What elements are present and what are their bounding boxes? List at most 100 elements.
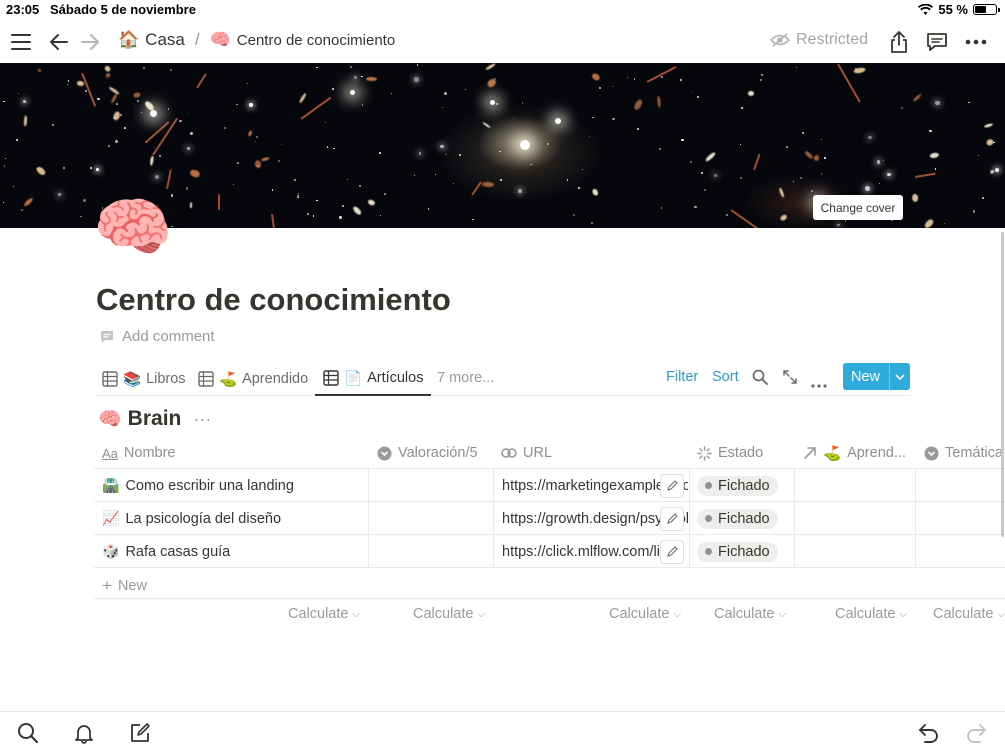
column-header-valoracion[interactable]: Valoración/5 [377,438,492,468]
new-page-icon[interactable] [127,720,153,746]
column-header-nombre[interactable]: Aa Nombre [102,438,362,468]
table-icon [102,371,118,387]
column-header-url[interactable]: URL [501,438,686,468]
star [390,93,392,95]
expand-icon[interactable] [782,369,798,390]
add-comment-button[interactable]: Add comment [100,328,215,345]
galaxy [911,193,919,203]
star [694,206,697,209]
calculate-tematica[interactable]: Calculate ⌵ [835,606,907,622]
galaxy [656,95,662,108]
menu-icon[interactable] [8,29,34,55]
cell-valoracion[interactable] [370,469,492,502]
redo-icon[interactable] [963,720,989,746]
table-row[interactable]: 🛣️ Como escribir una landing https://mar… [94,469,1005,502]
star [158,155,161,158]
share-icon[interactable] [886,29,912,55]
star [67,79,70,82]
table-row[interactable]: 🎲 Rafa casas guía https://click.mlflow.c… [94,535,1005,568]
column-header-tematica[interactable]: Temática [924,438,1005,468]
cell-estado[interactable]: Fichado [697,469,793,502]
cell-aprendido[interactable] [796,535,914,568]
calculate-extra[interactable]: Calculate ⌵ [933,606,1005,622]
cell-nombre[interactable]: 🎲 Rafa casas guía [102,535,362,568]
breadcrumb-separator: / [194,30,200,49]
pencil-icon[interactable] [660,540,684,564]
page-title[interactable]: Centro de conocimiento [96,282,451,318]
pencil-icon[interactable] [660,507,684,531]
galaxy [150,155,155,166]
breadcrumb: 🏠 Casa / 🧠 Centro de conocimiento [118,30,395,50]
breadcrumb-casa[interactable]: Casa [145,30,185,50]
tab-articulos[interactable]: 📄 Artículos [315,362,432,396]
calculate-estado[interactable]: Calculate ⌵ [609,606,681,622]
cell-tematica[interactable] [917,469,1005,502]
star [740,107,743,110]
star [458,154,461,157]
vertical-scrollbar[interactable] [1001,232,1004,537]
view-options-icon[interactable] [811,375,827,393]
back-arrow-icon[interactable] [46,29,72,55]
star [235,103,238,106]
table-icon [323,370,339,386]
page-brain-icon[interactable]: 🧠 [93,192,175,262]
filter-button[interactable]: Filter [666,369,698,385]
search-icon[interactable] [15,720,41,746]
star [759,78,763,82]
star [660,207,663,209]
star [83,199,86,202]
calculate-aprendido[interactable]: Calculate ⌵ [714,606,786,622]
tab-aprendido-label: Aprendido [242,371,309,387]
cell-valoracion[interactable] [370,535,492,568]
database-title[interactable]: 🧠 Brain ··· [98,407,211,431]
new-record-button[interactable]: New [843,363,910,390]
cell-tematica[interactable] [917,502,1005,535]
calculate-url[interactable]: Calculate ⌵ [413,606,485,622]
calculate-valoracion[interactable]: Calculate ⌵ [288,606,360,622]
database-more-icon[interactable]: ··· [193,409,211,430]
restricted-indicator[interactable]: Restricted [770,31,868,49]
add-row-button[interactable]: + New [102,576,147,596]
cell-nombre[interactable]: 📈 La psicología del diseño [102,502,362,535]
star [89,166,93,170]
pencil-icon[interactable] [660,474,684,498]
tab-libros[interactable]: 📚 Libros [102,362,186,396]
star [96,168,99,171]
light-arc [300,96,332,120]
star [115,140,118,143]
star [107,144,110,148]
cell-aprendido[interactable] [796,502,914,535]
undo-icon[interactable] [916,720,942,746]
cell-estado[interactable]: Fichado [697,502,793,535]
galaxy [23,197,35,208]
star [3,165,6,167]
forward-arrow-icon[interactable] [77,29,103,55]
column-header-estado[interactable]: Estado [697,438,792,468]
cell-nombre[interactable]: 🛣️ Como escribir una landing [102,469,362,502]
star [3,100,6,103]
chevron-down-icon: ⌵ [899,608,908,620]
column-header-aprendido[interactable]: ⛳ Aprend... [803,438,913,468]
cell-aprendido[interactable] [796,469,914,502]
bell-icon[interactable] [71,720,97,746]
search-icon[interactable] [752,369,768,390]
cell-tematica[interactable] [917,535,1005,568]
star [143,67,146,70]
cell-estado[interactable]: Fichado [697,535,793,568]
more-options-icon[interactable] [963,29,989,55]
more-views-link[interactable]: 7 more... [437,370,494,386]
sort-button[interactable]: Sort [712,369,739,385]
chevron-down-icon[interactable] [889,363,910,390]
star [326,146,329,148]
star [612,118,615,121]
table-row[interactable]: 📈 La psicología del diseño https://growt… [94,502,1005,535]
road-icon: 🛣️ [102,477,120,493]
breadcrumb-current-page[interactable]: Centro de conocimiento [237,32,395,49]
cell-valoracion[interactable] [370,502,492,535]
books-icon: 📚 [123,371,142,388]
comments-icon[interactable] [924,29,950,55]
star [714,174,717,177]
light-arc [471,181,483,196]
change-cover-button[interactable]: Change cover [813,195,903,220]
tab-aprendido[interactable]: ⛳ Aprendido [198,362,308,396]
